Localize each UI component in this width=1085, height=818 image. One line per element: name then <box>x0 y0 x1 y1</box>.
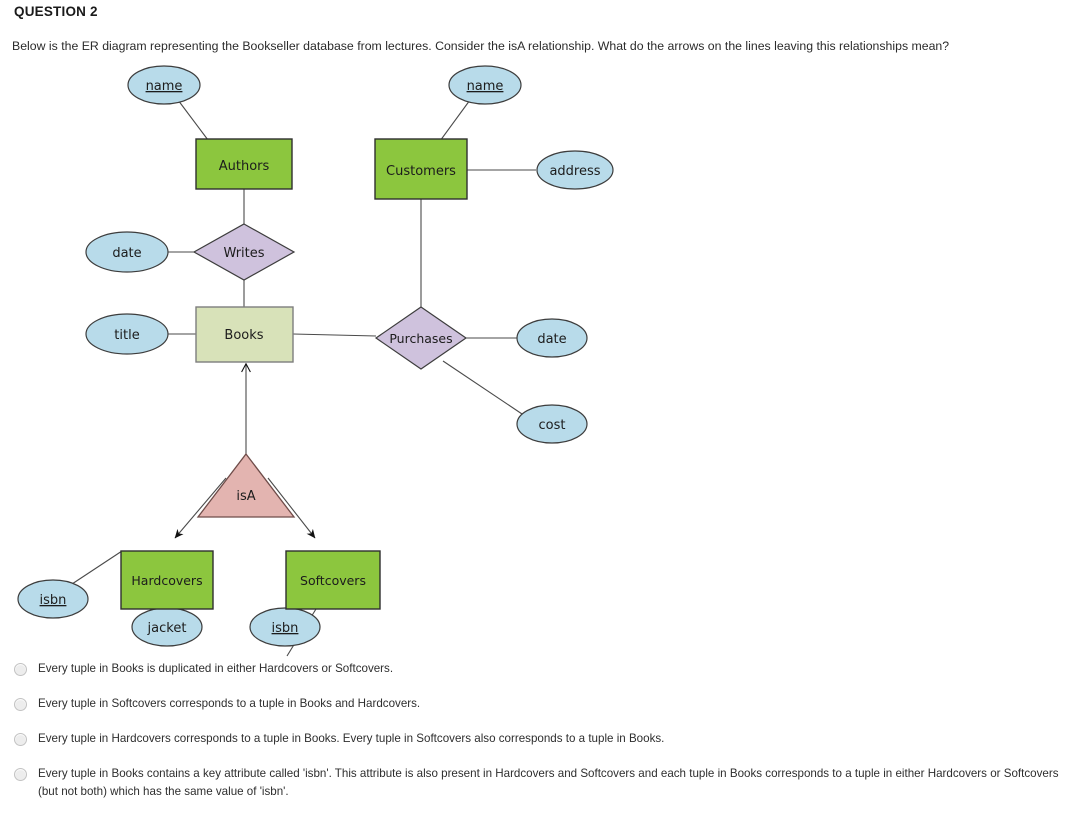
entity-nodes: Authors Customers Books Hardcovers Softc… <box>120 138 468 610</box>
attribute-label: date <box>112 246 141 261</box>
attribute-purchases-cost: cost <box>516 404 588 444</box>
attribute-label: title <box>114 328 139 343</box>
entity-books: Books <box>195 306 294 363</box>
attribute-label: cost <box>539 418 566 433</box>
attribute-customers-address: address <box>536 150 614 190</box>
isa-triangle: isA <box>196 452 296 518</box>
answer-option-b[interactable]: Every tuple in Softcovers corresponds to… <box>0 695 1085 713</box>
entity-label: Authors <box>219 159 270 174</box>
answer-label-c: Every tuple in Hardcovers corresponds to… <box>38 732 665 745</box>
attribute-authors-name: name <box>127 65 201 105</box>
attribute-hardcovers-isbn: isbn <box>17 579 89 619</box>
attribute-writes-date: date <box>85 231 169 273</box>
isa-label: isA <box>236 489 255 504</box>
relationship-writes: Writes <box>192 223 296 281</box>
attribute-label: address <box>549 164 600 179</box>
edge-authorsname-authors <box>177 99 209 141</box>
answer-option-d[interactable]: Every tuple in Books contains a key attr… <box>0 765 1085 801</box>
entity-authors: Authors <box>195 138 293 190</box>
er-diagram: name name address date title date cost i… <box>0 58 1085 658</box>
entity-label: Softcovers <box>300 573 366 588</box>
entity-label: Customers <box>386 164 456 179</box>
edge-hardcovers-isbn <box>71 550 123 585</box>
answer-label-b: Every tuple in Softcovers corresponds to… <box>38 697 421 710</box>
answer-label-a: Every tuple in Books is duplicated in ei… <box>38 662 394 675</box>
attribute-purchases-date: date <box>516 318 588 358</box>
attribute-hardcovers-jacket: jacket <box>131 607 203 647</box>
edge-customersname-customers <box>439 99 471 142</box>
answer-options: Every tuple in Books is duplicated in ei… <box>0 660 1085 818</box>
answer-option-a[interactable]: Every tuple in Books is duplicated in ei… <box>0 660 1085 678</box>
attribute-label: name <box>467 79 504 94</box>
attribute-label: date <box>537 332 566 347</box>
entity-label: Books <box>224 328 263 343</box>
radio-button-d[interactable] <box>14 768 27 781</box>
attribute-label: isbn <box>272 621 299 636</box>
attribute-label: name <box>146 79 183 94</box>
attribute-books-title: title <box>85 313 169 355</box>
entity-softcovers: Softcovers <box>285 550 381 610</box>
relationship-purchases: Purchases <box>374 306 468 370</box>
entity-customers: Customers <box>374 138 468 200</box>
relationship-label: Writes <box>223 246 264 261</box>
question-prompt: Below is the ER diagram representing the… <box>12 39 950 53</box>
radio-button-b[interactable] <box>14 698 27 711</box>
radio-button-c[interactable] <box>14 733 27 746</box>
radio-button-a[interactable] <box>14 663 27 676</box>
relationship-label: Purchases <box>389 331 452 346</box>
attribute-label: jacket <box>147 621 187 636</box>
attribute-label: isbn <box>40 593 67 608</box>
entity-label: Hardcovers <box>131 573 202 588</box>
attribute-customers-name: name <box>448 65 522 105</box>
answer-label-d: Every tuple in Books contains a key attr… <box>38 767 1059 798</box>
attribute-softcovers-isbn: isbn <box>249 607 321 647</box>
edge-purchases-cost <box>442 360 526 417</box>
question-heading: QUESTION 2 <box>14 4 98 19</box>
entity-hardcovers: Hardcovers <box>120 550 214 610</box>
edge-books-purchases <box>292 333 377 337</box>
answer-option-c[interactable]: Every tuple in Hardcovers corresponds to… <box>0 730 1085 748</box>
